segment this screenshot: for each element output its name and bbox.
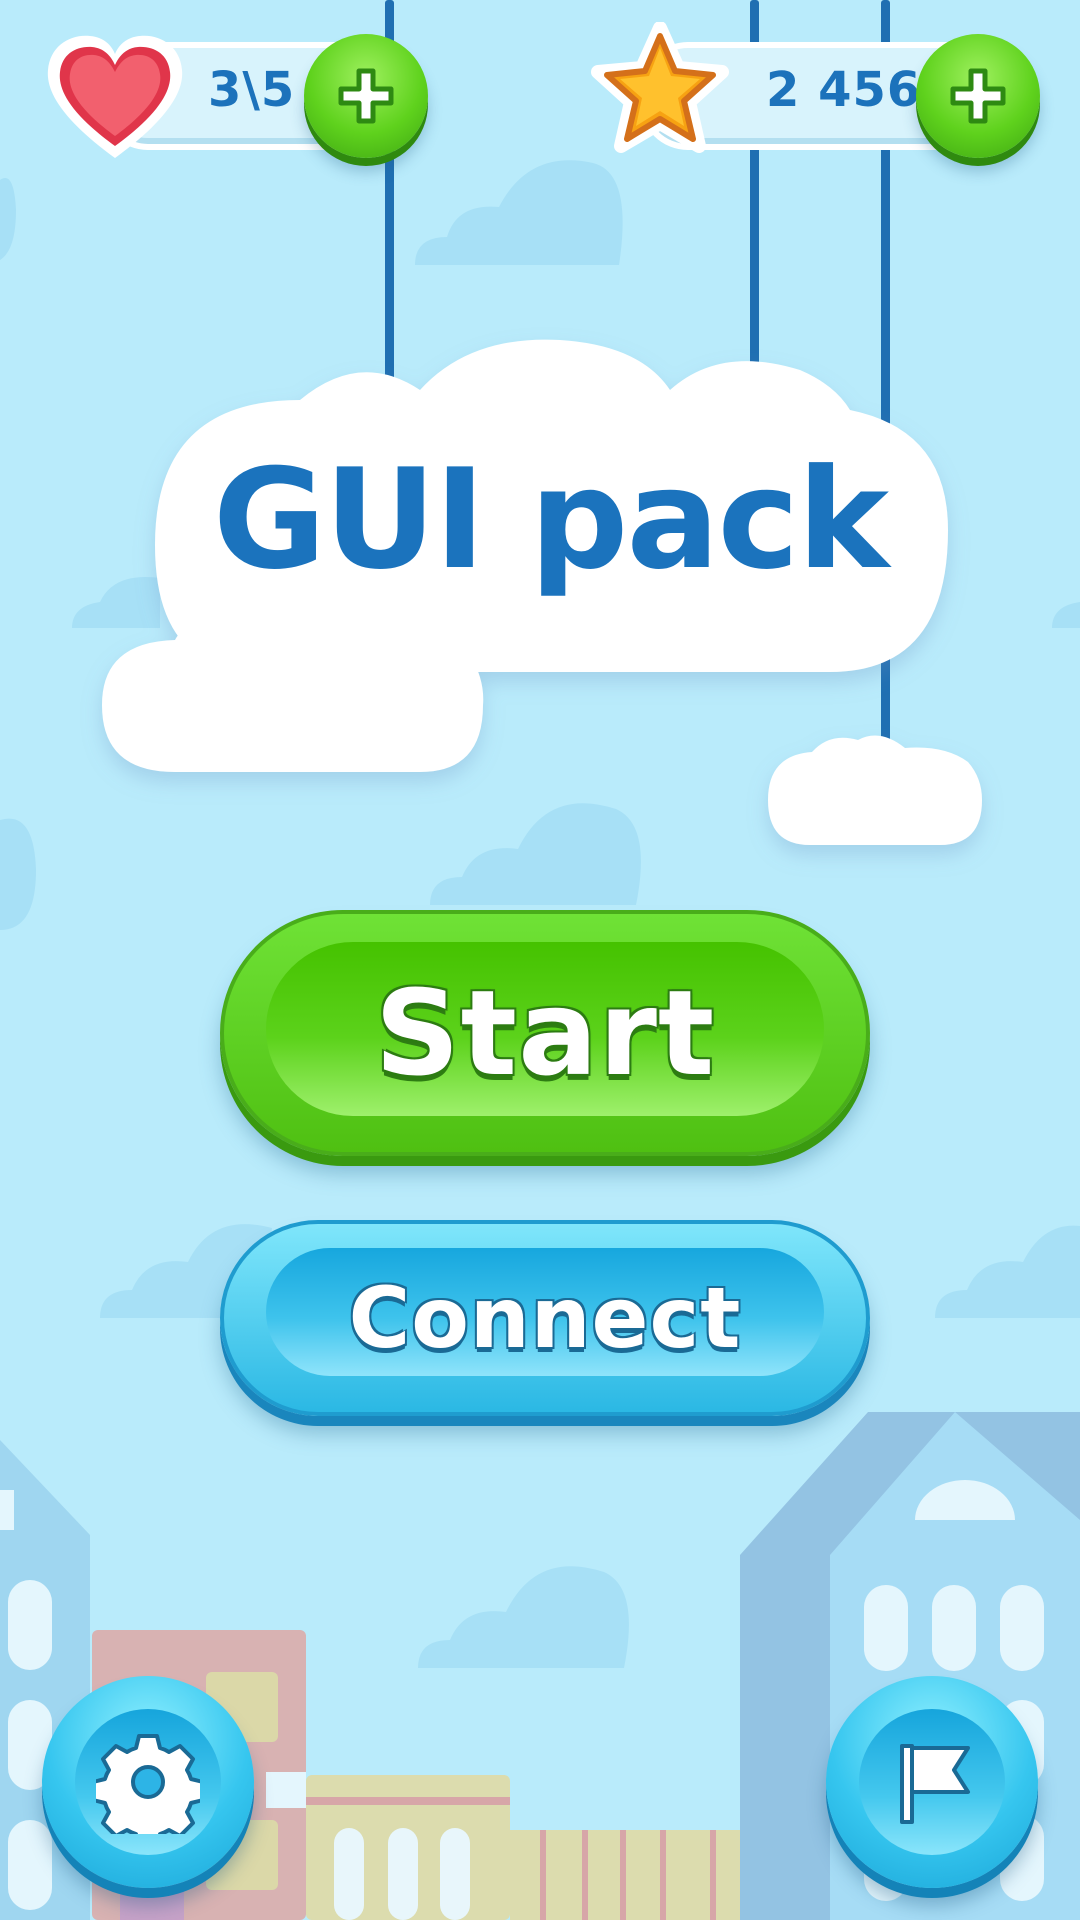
stars-value: 2 456 (766, 62, 922, 118)
star-icon (591, 22, 729, 153)
gear-icon (96, 1734, 200, 1834)
add-stars-button[interactable] (916, 34, 1040, 158)
start-button[interactable]: Start (220, 910, 870, 1156)
plus-icon (950, 68, 1006, 124)
add-lives-button[interactable] (304, 34, 428, 158)
heart-icon (47, 35, 183, 158)
lives-value: 3\5 (208, 62, 296, 118)
plus-icon (338, 68, 394, 124)
game-title: GUI pack (212, 439, 889, 600)
connect-button-label: Connect (348, 1269, 742, 1367)
start-button-label: Start (374, 964, 716, 1102)
flag-button[interactable] (826, 1676, 1038, 1888)
connect-button[interactable]: Connect (220, 1220, 870, 1416)
flag-icon (900, 1744, 970, 1824)
settings-button[interactable] (42, 1676, 254, 1888)
